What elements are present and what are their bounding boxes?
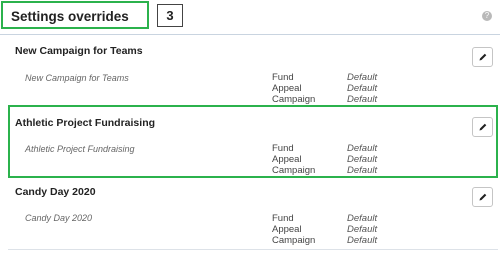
fund-value: Default bbox=[347, 72, 378, 83]
override-values: Default Default Default bbox=[347, 72, 377, 105]
campaign-row-new-campaign-for-teams: New Campaign for Teams New Campaign for … bbox=[8, 38, 498, 105]
campaign-subtitle: New Campaign for Teams bbox=[25, 73, 129, 83]
fund-label: Fund bbox=[272, 143, 294, 154]
override-values: Default Default Default bbox=[347, 213, 377, 246]
campaign-value: Default bbox=[347, 94, 378, 105]
settings-overrides-header: Settings overrides 3 ? bbox=[0, 0, 500, 35]
help-icon[interactable]: ? bbox=[482, 11, 492, 21]
appeal-value: Default bbox=[347, 154, 378, 165]
fund-label: Fund bbox=[272, 72, 294, 83]
step-badge: 3 bbox=[157, 4, 183, 27]
edit-button[interactable] bbox=[472, 187, 493, 207]
title-highlight: Settings overrides bbox=[1, 1, 149, 29]
campaign-label: Campaign bbox=[272, 235, 316, 246]
fund-label: Fund bbox=[272, 213, 294, 224]
appeal-value: Default bbox=[347, 224, 378, 235]
bottom-divider bbox=[8, 249, 498, 250]
campaign-subtitle: Athletic Project Fundraising bbox=[25, 144, 135, 154]
pencil-icon bbox=[479, 193, 486, 201]
appeal-label: Appeal bbox=[272, 83, 302, 94]
campaign-name: Candy Day 2020 bbox=[15, 186, 96, 198]
campaign-name: New Campaign for Teams bbox=[15, 45, 143, 57]
campaign-value: Default bbox=[347, 165, 378, 176]
appeal-value: Default bbox=[347, 83, 378, 94]
override-labels: Fund Appeal Campaign bbox=[272, 143, 315, 176]
campaign-row-candy-day-2020: Candy Day 2020 Candy Day 2020 Fund Appea… bbox=[8, 180, 498, 246]
pencil-icon bbox=[479, 123, 486, 131]
campaign-row-athletic-project-fundraising: Athletic Project Fundraising Athletic Pr… bbox=[8, 105, 498, 178]
edit-button[interactable] bbox=[472, 117, 493, 137]
campaign-value: Default bbox=[347, 235, 378, 246]
pencil-icon bbox=[479, 53, 486, 61]
override-labels: Fund Appeal Campaign bbox=[272, 213, 315, 246]
campaign-subtitle: Candy Day 2020 bbox=[25, 213, 93, 223]
fund-value: Default bbox=[347, 213, 378, 224]
fund-value: Default bbox=[347, 143, 378, 154]
campaign-label: Campaign bbox=[272, 165, 316, 176]
campaign-label: Campaign bbox=[272, 94, 316, 105]
page-title: Settings overrides bbox=[11, 9, 129, 24]
override-labels: Fund Appeal Campaign bbox=[272, 72, 315, 105]
appeal-label: Appeal bbox=[272, 154, 302, 165]
appeal-label: Appeal bbox=[272, 224, 302, 235]
edit-button[interactable] bbox=[472, 47, 493, 67]
campaign-name: Athletic Project Fundraising bbox=[15, 117, 156, 129]
override-values: Default Default Default bbox=[347, 143, 377, 176]
